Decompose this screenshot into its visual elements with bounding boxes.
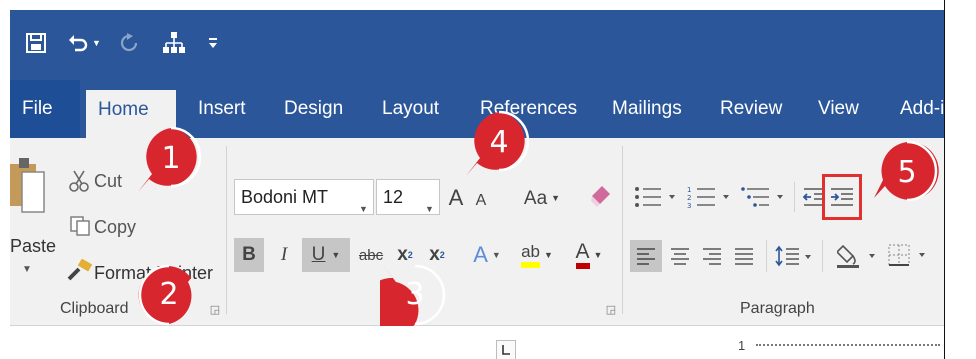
italic-button[interactable]: I: [272, 238, 296, 272]
paste-button[interactable]: Paste: [10, 236, 56, 257]
tab-layout[interactable]: Layout: [382, 94, 439, 124]
borders-icon[interactable]: [886, 238, 932, 272]
grow-font-icon[interactable]: A: [446, 184, 466, 212]
clipboard-paste-icon[interactable]: [10, 158, 46, 216]
underline-button[interactable]: U ▼: [302, 238, 350, 272]
redo-icon[interactable]: [116, 28, 142, 58]
ribbon-home: Paste ▼ Cut Copy Format Painter Clipboar…: [10, 110, 944, 336]
text-effects-caret-icon[interactable]: ▼: [492, 250, 501, 260]
save-icon[interactable]: [22, 28, 50, 58]
numbering-icon[interactable]: 123: [686, 182, 736, 212]
text-effects-button[interactable]: A ▼: [466, 238, 508, 272]
inline-divider: [794, 182, 795, 212]
multilevel-list-icon[interactable]: [740, 182, 790, 212]
tab-insert[interactable]: Insert: [198, 94, 246, 124]
tab-mailings[interactable]: Mailings: [612, 94, 682, 124]
tab-design[interactable]: Design: [284, 94, 343, 124]
tab-add-ins[interactable]: Add-i: [900, 94, 944, 124]
font-size-value: 12: [383, 187, 404, 207]
font-size-box[interactable]: 12 ▼: [376, 179, 440, 215]
callout-marker-2: 2: [134, 260, 204, 330]
align-left-icon[interactable]: [630, 240, 662, 272]
font-name-value: Bodoni MT: [241, 187, 329, 207]
customize-caret-icon[interactable]: [206, 28, 220, 58]
ruler-number: 1: [738, 338, 746, 353]
bold-button[interactable]: B: [234, 238, 264, 272]
font-name-caret-icon[interactable]: ▼: [359, 192, 368, 226]
highlight-caret-icon[interactable]: ▼: [544, 250, 553, 260]
word-window: ▼ File Home Insert Design Layout Referen…: [10, 10, 944, 359]
font-color-caret-icon[interactable]: ▼: [594, 250, 603, 260]
tab-stop-selector[interactable]: [496, 340, 516, 359]
callout-marker-3: 3: [362, 260, 450, 336]
tab-view[interactable]: View: [818, 94, 859, 124]
horizontal-ruler[interactable]: 1: [10, 326, 944, 359]
inline-divider: [766, 240, 767, 272]
tab-review[interactable]: Review: [720, 94, 782, 124]
paste-caret-icon[interactable]: ▼: [22, 264, 32, 275]
shrink-font-icon[interactable]: A: [472, 190, 490, 212]
increase-indent-button[interactable]: [822, 174, 862, 220]
justify-icon[interactable]: [730, 240, 758, 272]
font-size-caret-icon[interactable]: ▼: [425, 192, 434, 226]
svg-text:2: 2: [687, 194, 691, 202]
svg-text:1: 1: [687, 186, 691, 194]
page-edge: [944, 0, 976, 359]
copy-button[interactable]: Copy: [94, 215, 136, 239]
group-divider: [622, 146, 623, 314]
font-name-box[interactable]: Bodoni MT ▼: [234, 179, 374, 215]
inline-divider: [822, 240, 823, 272]
align-center-icon[interactable]: [666, 240, 694, 272]
change-case-icon[interactable]: Aa ▼: [520, 184, 564, 212]
cut-button[interactable]: Cut: [94, 169, 122, 193]
callout-marker-5: 5: [872, 138, 942, 208]
clear-formatting-icon[interactable]: [586, 182, 616, 212]
underline-caret-icon[interactable]: ▼: [331, 250, 340, 260]
bullets-icon[interactable]: [632, 182, 682, 212]
copy-icon[interactable]: [68, 214, 92, 238]
group-divider: [226, 146, 227, 314]
callout-marker-4: 4: [464, 108, 534, 178]
clipboard-group-label: Clipboard: [60, 300, 129, 317]
callout-marker-1: 1: [136, 124, 206, 194]
line-spacing-icon[interactable]: [774, 240, 816, 272]
undo-icon[interactable]: ▼: [64, 28, 104, 58]
font-color-button[interactable]: A ▼: [566, 238, 612, 272]
increase-indent-icon: [831, 188, 853, 206]
shading-icon[interactable]: [836, 238, 882, 272]
ruler-ticks: [756, 344, 940, 347]
quick-access-toolbar: ▼: [10, 10, 944, 80]
tree-icon[interactable]: [158, 28, 190, 58]
align-right-icon[interactable]: [698, 240, 726, 272]
format-painter-icon[interactable]: [64, 258, 94, 284]
clipboard-launcher-icon[interactable]: ◲: [208, 303, 222, 317]
highlight-button[interactable]: ab ▼: [514, 238, 560, 272]
scissors-icon[interactable]: [66, 168, 92, 194]
svg-text:3: 3: [687, 202, 691, 209]
tab-file[interactable]: File: [10, 80, 80, 138]
paragraph-group-label: Paragraph: [740, 300, 815, 317]
undo-caret-icon[interactable]: ▼: [92, 38, 101, 48]
font-launcher-icon[interactable]: ◲: [604, 303, 618, 317]
